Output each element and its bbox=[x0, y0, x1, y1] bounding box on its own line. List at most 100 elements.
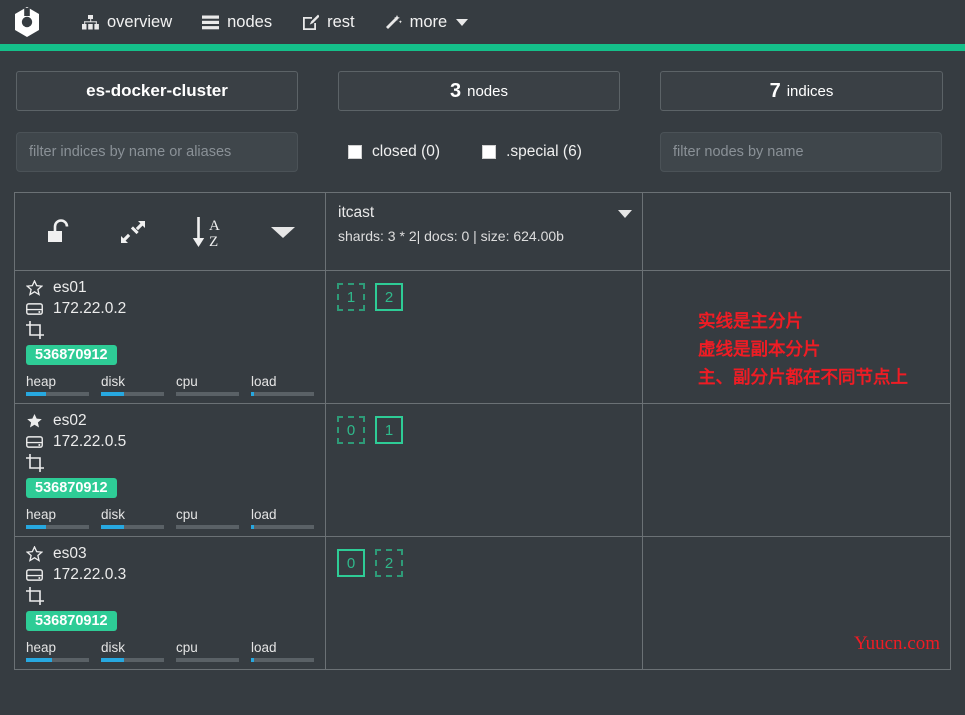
metric-load: load bbox=[251, 507, 314, 529]
star-outline-icon bbox=[26, 280, 46, 297]
node-crop-line bbox=[26, 587, 314, 605]
node-name[interactable]: es02 bbox=[53, 412, 87, 430]
nav-item-more[interactable]: more bbox=[369, 0, 483, 44]
node-metrics: heap disk cpu load bbox=[26, 374, 314, 396]
node-metrics: heap disk cpu load bbox=[26, 640, 314, 662]
chevron-down-icon[interactable] bbox=[456, 19, 468, 26]
metric-load-fill bbox=[251, 525, 254, 529]
metric-disk: disk bbox=[101, 507, 164, 529]
shard-cell-es03: 0 2 bbox=[326, 537, 643, 669]
grid-header-spacer bbox=[643, 193, 950, 270]
crop-icon[interactable] bbox=[26, 321, 46, 339]
node-ip: 172.22.0.3 bbox=[53, 566, 126, 584]
filter-nodes-input[interactable] bbox=[660, 132, 942, 172]
metric-cpu-track bbox=[176, 392, 239, 396]
metric-heap-track bbox=[26, 392, 89, 396]
index-filter-checkboxes: closed (0) .special (6) bbox=[338, 143, 620, 161]
node-name[interactable]: es01 bbox=[53, 279, 87, 297]
metric-cpu: cpu bbox=[176, 640, 239, 662]
nav-item-rest[interactable]: rest bbox=[286, 0, 369, 44]
node-heap-badge: 536870912 bbox=[26, 611, 117, 631]
node-ip-line: 172.22.0.3 bbox=[26, 566, 314, 584]
metric-cpu: cpu bbox=[176, 507, 239, 529]
metric-disk-label: disk bbox=[101, 507, 164, 522]
indices-count-label: indices bbox=[787, 83, 834, 100]
node-heap-badge: 536870912 bbox=[26, 478, 117, 498]
shard-primary[interactable]: 2 bbox=[375, 283, 403, 311]
filter-bar: closed (0) .special (6) bbox=[0, 111, 965, 172]
filter-indices-input[interactable] bbox=[16, 132, 298, 172]
elasticsearch-head-logo[interactable] bbox=[10, 5, 44, 39]
metric-heap: heap bbox=[26, 640, 89, 662]
metric-cpu: cpu bbox=[176, 374, 239, 396]
grid-header-row: A Z itcast shards: 3 * 2| docs: 0 | size… bbox=[15, 193, 950, 271]
checkbox-closed-box[interactable] bbox=[348, 145, 362, 159]
crop-icon[interactable] bbox=[26, 454, 46, 472]
checkbox-special-box[interactable] bbox=[482, 145, 496, 159]
chevron-down-icon[interactable] bbox=[268, 223, 298, 241]
metric-disk-label: disk bbox=[101, 640, 164, 655]
cluster-name-box[interactable]: es-docker-cluster bbox=[16, 71, 298, 111]
metric-disk-fill bbox=[101, 525, 124, 529]
metric-load: load bbox=[251, 640, 314, 662]
shard-primary[interactable]: 1 bbox=[375, 416, 403, 444]
shard-replica[interactable]: 1 bbox=[337, 283, 365, 311]
node-name-line: es01 bbox=[26, 279, 314, 297]
nodes-count-label: nodes bbox=[467, 83, 508, 100]
node-crop-line bbox=[26, 321, 314, 339]
metric-load-track bbox=[251, 525, 314, 529]
index-name[interactable]: itcast bbox=[338, 204, 630, 222]
indices-count-box[interactable]: 7 indices bbox=[660, 71, 943, 111]
hdd-icon bbox=[26, 435, 46, 449]
metric-disk: disk bbox=[101, 374, 164, 396]
node-crop-line bbox=[26, 454, 314, 472]
annotation-line-1: 实线是主分片 bbox=[698, 307, 908, 335]
svg-text:Z: Z bbox=[209, 234, 218, 250]
node-info: es02 172.22.0.5 536870912 heap bbox=[15, 404, 325, 536]
metric-load-fill bbox=[251, 658, 254, 662]
cluster-grid: A Z itcast shards: 3 * 2| docs: 0 | size… bbox=[14, 192, 951, 670]
metric-load-label: load bbox=[251, 374, 314, 389]
accent-bar bbox=[0, 44, 965, 51]
nav-item-overview[interactable]: overview bbox=[66, 0, 186, 44]
nav-label-overview: overview bbox=[107, 13, 172, 32]
shard-primary[interactable]: 0 bbox=[337, 549, 365, 577]
sort-az-icon[interactable]: A Z bbox=[189, 214, 229, 250]
checkbox-closed[interactable]: closed (0) bbox=[348, 143, 440, 161]
metric-disk-fill bbox=[101, 392, 124, 396]
node-heap-badge: 536870912 bbox=[26, 345, 117, 365]
expand-arrows-icon[interactable] bbox=[116, 215, 150, 249]
shard-cell-es01: 1 2 bbox=[326, 271, 643, 403]
metric-load: load bbox=[251, 374, 314, 396]
crop-icon[interactable] bbox=[26, 587, 46, 605]
index-menu-chevron-down-icon[interactable] bbox=[618, 210, 632, 218]
node-ip-line: 172.22.0.2 bbox=[26, 300, 314, 318]
shard-replica[interactable]: 2 bbox=[375, 549, 403, 577]
shard-cell-es02: 0 1 bbox=[326, 404, 643, 536]
magic-wand-icon bbox=[383, 13, 403, 31]
node-ip-line: 172.22.0.5 bbox=[26, 433, 314, 451]
hdd-icon bbox=[26, 302, 46, 316]
watermark-cell: Yuucn.com bbox=[643, 537, 950, 669]
checkbox-special-label: .special (6) bbox=[506, 143, 582, 161]
shard-list: 1 2 bbox=[326, 271, 642, 311]
node-name[interactable]: es03 bbox=[53, 545, 87, 563]
node-cell-es03: es03 172.22.0.3 536870912 heap bbox=[15, 537, 326, 669]
index-meta: shards: 3 * 2| docs: 0 | size: 624.00b bbox=[338, 228, 630, 244]
nodes-count-box[interactable]: 3 nodes bbox=[338, 71, 620, 111]
node-ip: 172.22.0.2 bbox=[53, 300, 126, 318]
node-row: es03 172.22.0.3 536870912 heap bbox=[15, 537, 950, 670]
shard-replica[interactable]: 0 bbox=[337, 416, 365, 444]
metric-heap-fill bbox=[26, 392, 46, 396]
nav-label-more: more bbox=[410, 13, 448, 32]
metric-heap: heap bbox=[26, 507, 89, 529]
metric-load-track bbox=[251, 392, 314, 396]
checkbox-special[interactable]: .special (6) bbox=[482, 143, 582, 161]
shard-list: 0 2 bbox=[326, 537, 642, 577]
node-metrics: heap disk cpu load bbox=[26, 507, 314, 529]
svg-text:A: A bbox=[209, 218, 220, 234]
metric-disk-fill bbox=[101, 658, 124, 662]
unlock-icon[interactable] bbox=[43, 215, 77, 249]
checkbox-closed-label: closed (0) bbox=[372, 143, 440, 161]
nav-item-nodes[interactable]: nodes bbox=[186, 0, 286, 44]
